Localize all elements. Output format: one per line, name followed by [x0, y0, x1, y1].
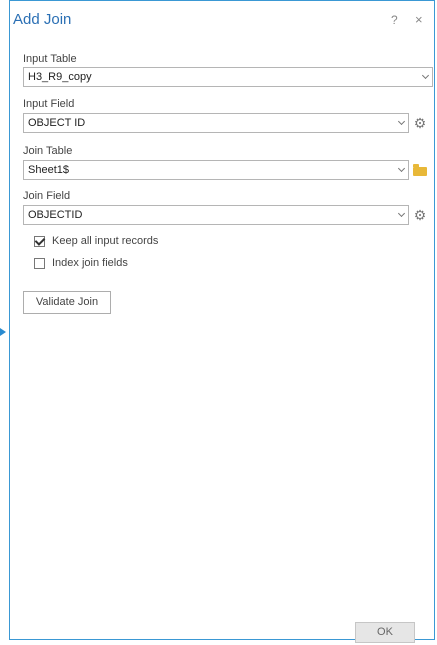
keep-all-records-checkbox[interactable]: [34, 235, 46, 247]
checkmark-icon: [34, 235, 46, 246]
join-table-label: Join Table: [23, 145, 73, 157]
join-table-value: Sheet1$: [28, 164, 69, 176]
chevron-down-icon: [421, 71, 430, 80]
chevron-down-icon: [397, 209, 406, 218]
add-join-pane: Add Join ? ×: [9, 0, 435, 640]
gear-icon[interactable]: ⚙: [413, 208, 427, 222]
keep-all-records-label[interactable]: Keep all input records: [52, 235, 158, 247]
join-field-dropdown[interactable]: OBJECTID: [23, 205, 409, 225]
ok-button[interactable]: OK: [355, 622, 415, 643]
folder-icon[interactable]: [413, 164, 427, 176]
validate-join-button[interactable]: Validate Join: [23, 291, 111, 314]
input-table-label: Input Table: [23, 53, 77, 65]
join-field-value: OBJECTID: [28, 209, 83, 221]
input-table-dropdown[interactable]: H3_R9_copy: [23, 67, 433, 87]
index-join-fields-checkbox[interactable]: [34, 258, 45, 269]
help-icon[interactable]: ?: [391, 13, 398, 27]
join-field-label: Join Field: [23, 190, 71, 202]
input-field-value: OBJECT ID: [28, 117, 86, 129]
gear-icon[interactable]: ⚙: [413, 116, 427, 130]
input-field-label: Input Field: [23, 98, 75, 110]
pane-edge-arrow-icon: [0, 328, 6, 336]
pane-title: Add Join: [13, 11, 72, 28]
chevron-down-icon: [397, 164, 406, 173]
index-join-fields-label[interactable]: Index join fields: [52, 257, 128, 269]
close-icon[interactable]: ×: [415, 12, 423, 27]
chevron-down-icon: [397, 117, 406, 126]
input-field-dropdown[interactable]: OBJECT ID: [23, 113, 409, 133]
join-table-dropdown[interactable]: Sheet1$: [23, 160, 409, 180]
input-table-value: H3_R9_copy: [28, 71, 92, 83]
